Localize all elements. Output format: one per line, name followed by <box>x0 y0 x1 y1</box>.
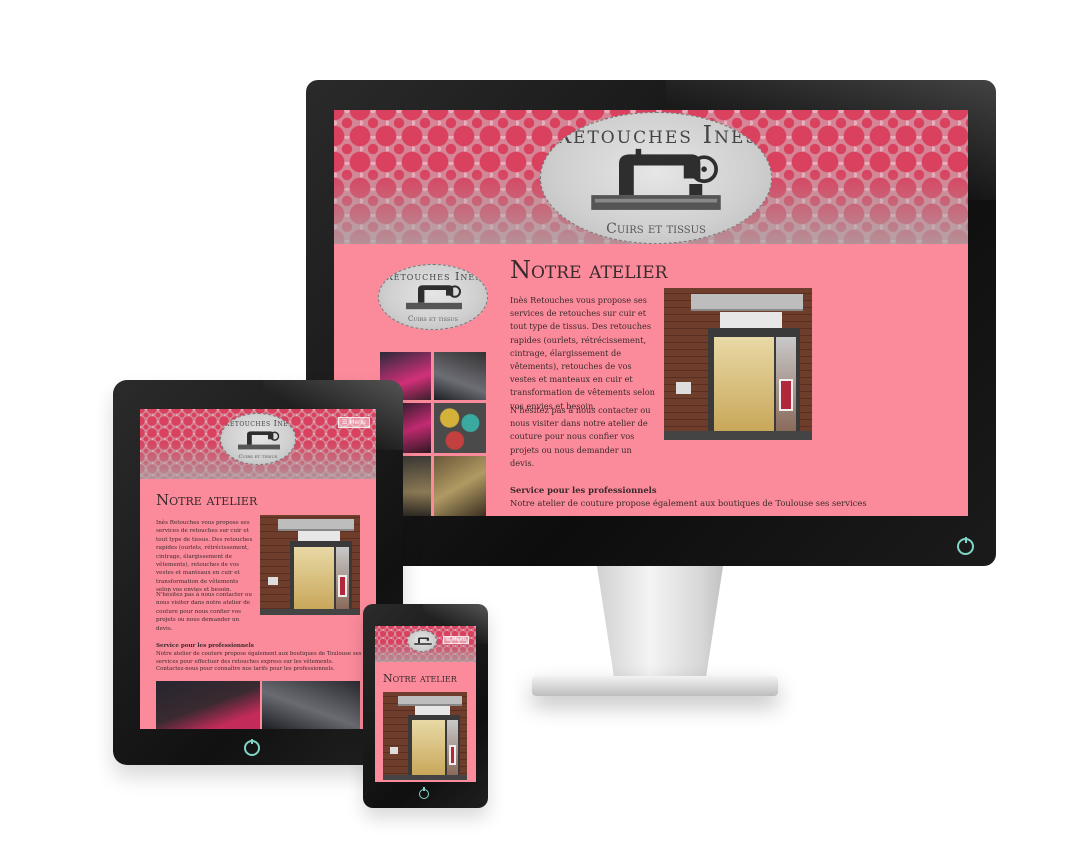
contact-paragraph: N'hésitez pas à nous contacter ou nous v… <box>156 592 252 632</box>
intro-paragraph: Inès Retouches vous propose ses services… <box>156 520 253 594</box>
gallery-thumb[interactable] <box>434 352 486 400</box>
monitor-stand <box>560 560 760 690</box>
menu-button[interactable]: ☰ Menu <box>443 636 469 644</box>
page-title: Notre atelier <box>510 256 668 284</box>
logo-title: Retouches Inès <box>223 419 293 428</box>
site-logo: Retouches Inès Cuirs et tissus <box>220 413 296 465</box>
menu-label: Menu <box>452 637 466 643</box>
sewing-machine-icon <box>414 637 432 645</box>
site-header-banner: Retouches Inès Cuirs et tissus ☰ Menu <box>140 409 376 479</box>
site-logo: Retouches Inès Cuirs et tissus <box>540 112 772 244</box>
site-content: Notre atelier <box>375 662 476 782</box>
gallery-thumb[interactable] <box>434 456 486 516</box>
page-title: Notre atelier <box>383 672 457 685</box>
hamburger-icon: ☰ <box>446 637 451 643</box>
phone-screen: ☰ Menu Notre atelier <box>375 626 476 782</box>
site-logo <box>407 630 437 652</box>
site-content: Retouches Inès Cuirs et tissus Notre ate… <box>334 244 968 516</box>
pro-paragraph: Notre atelier de couture propose égaleme… <box>510 498 867 508</box>
shop-front-photo <box>664 288 812 440</box>
page-title: Notre atelier <box>156 491 258 509</box>
sewing-machine-icon <box>238 431 280 450</box>
phone-device: ☰ Menu Notre atelier <box>363 604 488 808</box>
contact-paragraph: N'hésitez pas à nous contacter ou nous v… <box>510 405 651 468</box>
intro-paragraph: Inès Retouches vous propose ses services… <box>510 295 655 411</box>
gallery-thumb[interactable] <box>156 681 260 729</box>
power-icon[interactable] <box>244 740 260 756</box>
power-icon[interactable] <box>957 538 974 555</box>
gallery-thumb[interactable] <box>262 681 360 729</box>
sewing-machine-icon <box>591 148 721 210</box>
desktop-screen: Retouches Inès Cuirs et tissus Retouches… <box>334 110 968 516</box>
sidebar-logo[interactable]: Retouches Inès Cuirs et tissus <box>378 264 488 330</box>
tablet-device: Retouches Inès Cuirs et tissus ☰ Menu No… <box>113 380 403 765</box>
shop-front-photo <box>383 692 467 780</box>
site-header-banner: Retouches Inès Cuirs et tissus <box>334 110 968 244</box>
sidebar-logo-subtitle: Cuirs et tissus <box>408 315 458 323</box>
hamburger-icon: ☰ <box>342 419 348 426</box>
desktop-monitor: Retouches Inès Cuirs et tissus Retouches… <box>306 80 996 566</box>
power-icon[interactable] <box>419 789 429 799</box>
pro-heading: Service pour les professionnels <box>156 643 254 649</box>
menu-button[interactable]: ☰ Menu <box>338 417 370 428</box>
logo-subtitle: Cuirs et tissus <box>606 221 706 237</box>
sewing-machine-icon <box>406 285 462 310</box>
logo-subtitle: Cuirs et tissus <box>238 454 278 460</box>
menu-label: Menu <box>349 419 366 426</box>
tablet-screen: Retouches Inès Cuirs et tissus ☰ Menu No… <box>140 409 376 729</box>
site-content: Notre atelier Inès Retouches vous propos… <box>140 479 376 729</box>
logo-title: Retouches Inès <box>552 121 759 149</box>
shop-front-photo <box>260 515 360 615</box>
monitor-base <box>532 676 778 696</box>
pro-heading: Service pour les professionnels <box>510 485 657 495</box>
site-header-banner: ☰ Menu <box>375 626 476 662</box>
pro-paragraph: Notre atelier de couture propose égaleme… <box>156 651 362 673</box>
gallery-thumb[interactable] <box>434 403 486 453</box>
